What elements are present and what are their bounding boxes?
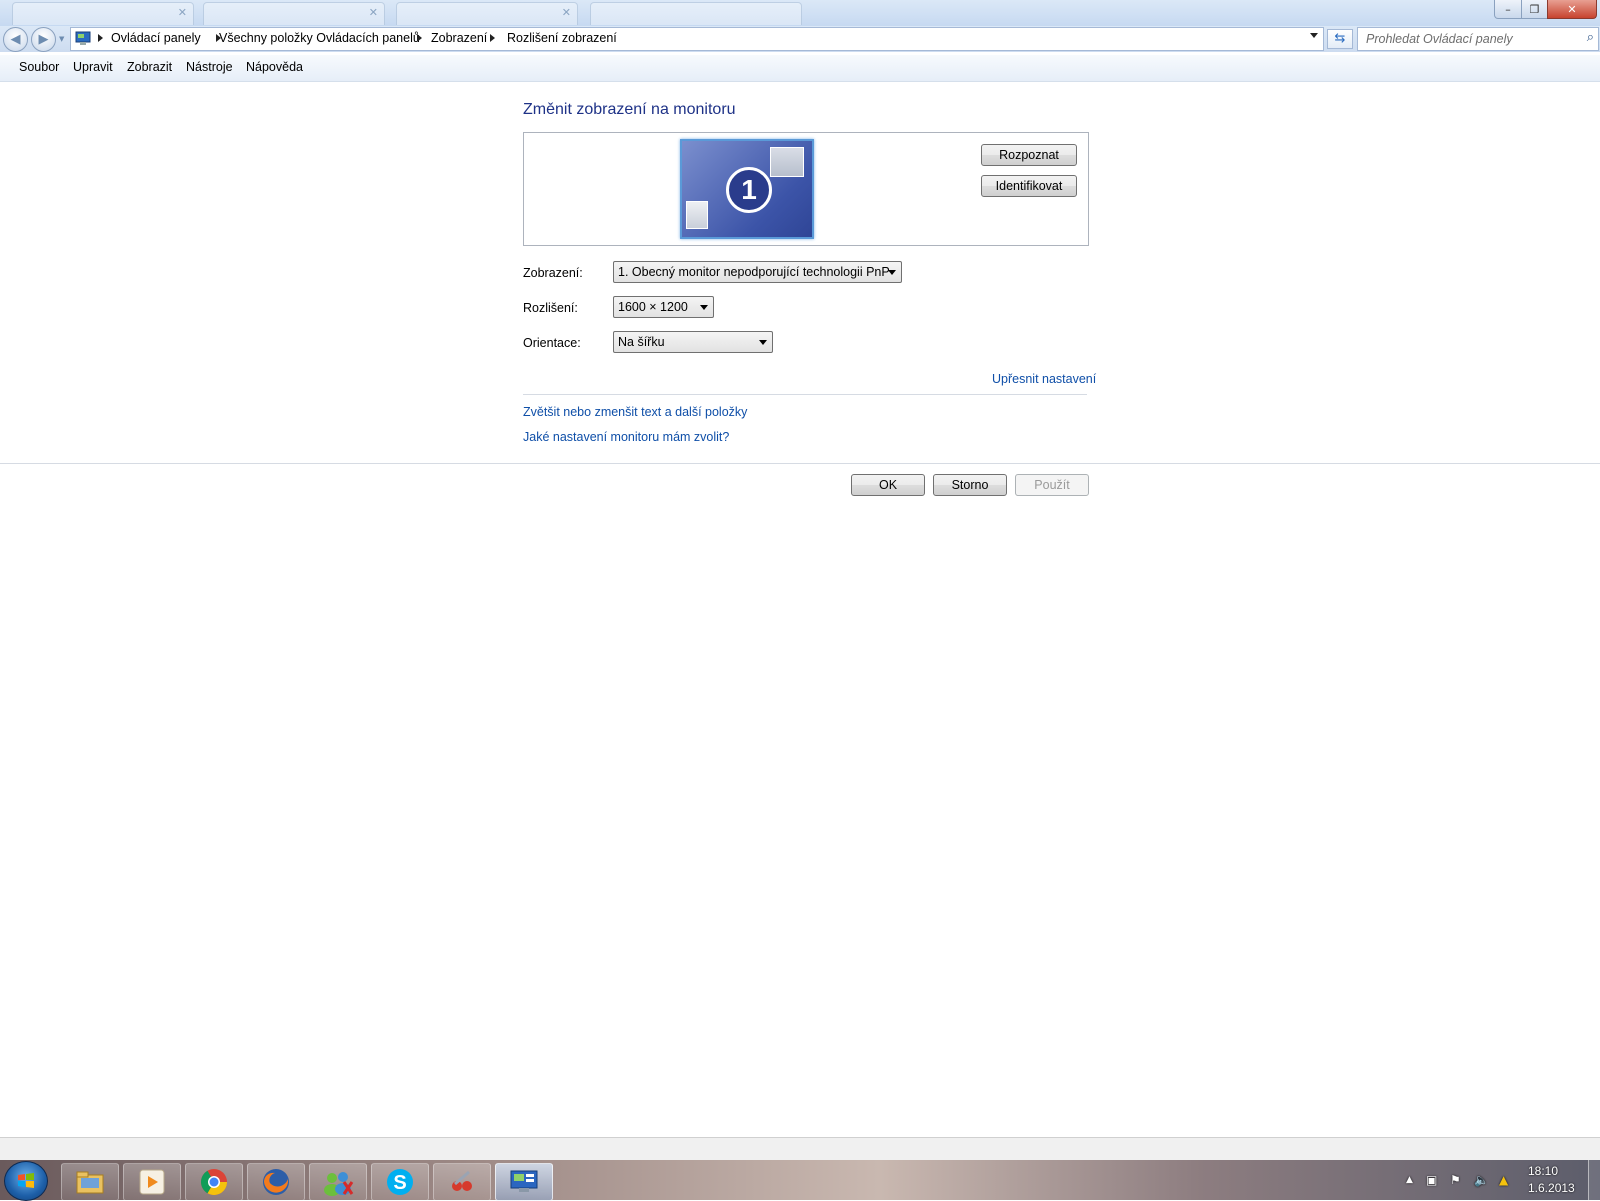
app-icon [452,1170,472,1191]
breadcrumb-separator-icon[interactable] [98,34,103,42]
search-field[interactable]: ⌕ [1357,27,1599,51]
address-dropdown-icon[interactable] [1310,33,1318,38]
taskbar-app[interactable] [433,1163,491,1201]
taskbar-firefox[interactable] [247,1163,305,1201]
breadcrumb-control-panel[interactable]: Ovládací panely [111,31,201,45]
mini-window-icon [686,201,708,229]
search-icon[interactable]: ⌕ [1587,30,1594,45]
taskbar: S ▲ ▣ ⚑ 🔈 ▲ 18:10 1.6.2013 [0,1160,1600,1201]
chevron-down-icon [700,305,708,310]
arrow-left-icon: ◀ [10,32,21,47]
chevron-down-icon [759,340,767,345]
resolution-select-value: 1600 × 1200 [618,300,688,314]
recent-pages-chevron-icon[interactable]: ▼ [59,35,64,43]
breadcrumb-all-items[interactable]: Všechny položky Ovládacích panelů [219,31,420,45]
identify-button[interactable]: Identifikovat [981,175,1077,197]
close-icon[interactable]: ✕ [562,6,571,19]
page-title: Změnit zobrazení na monitoru [523,101,736,118]
windows-logo-icon [18,1173,34,1188]
divider [0,463,1600,464]
display-select[interactable]: 1. Obecný monitor nepodporující technolo… [613,261,902,283]
action-center-flag-icon[interactable]: ⚑ [1450,1173,1461,1187]
menu-edit[interactable]: Upravit [73,60,113,74]
control-panel-icon [75,31,91,45]
skype-icon: S [387,1169,413,1195]
chrome-icon [200,1169,228,1196]
menu-view[interactable]: Zobrazit [127,60,172,74]
clock-date[interactable]: 1.6.2013 [1528,1181,1575,1195]
taskbar-explorer[interactable] [61,1163,119,1201]
address-bar[interactable]: Ovládací panely Všechny položky Ovládací… [70,27,1324,51]
maximize-button[interactable]: ❐ [1521,0,1548,19]
menu-help[interactable]: Nápověda [246,60,303,74]
breadcrumb-separator-icon[interactable] [417,34,422,42]
svg-text:S: S [393,1172,406,1194]
firefox-icon [263,1169,289,1195]
ok-button[interactable]: OK [851,474,925,496]
messenger-icon [324,1172,354,1196]
display-select-value: 1. Obecný monitor nepodporující technolo… [618,265,890,279]
orientation-label: Orientace: [523,336,581,350]
start-button[interactable] [4,1161,48,1201]
drive-sync-icon[interactable]: ▲ [1499,1173,1508,1187]
back-button[interactable]: ◀ [3,27,28,52]
volume-icon[interactable]: 🔈 [1474,1173,1489,1187]
detect-button[interactable]: Rozpoznat [981,144,1077,166]
menu-bar: Soubor Upravit Zobrazit Nástroje Nápověd… [0,55,1600,82]
close-icon[interactable]: ✕ [369,6,378,19]
breadcrumb-display[interactable]: Zobrazení [431,31,487,45]
resolution-label: Rozlišení: [523,301,578,315]
orientation-select[interactable]: Na šířku [613,331,773,353]
clock-time[interactable]: 18:10 [1528,1164,1558,1178]
monitor-number-badge: 1 [726,167,772,213]
cancel-button[interactable]: Storno [933,474,1007,496]
taskbar-skype[interactable]: S [371,1163,429,1201]
mini-window-icon [770,147,804,177]
control-panel-icon [510,1170,538,1192]
taskbar-control-panel[interactable] [495,1163,553,1201]
menu-file[interactable]: Soubor [19,60,59,74]
apply-button[interactable]: Použít [1015,474,1089,496]
media-player-icon [139,1169,165,1195]
network-icon[interactable]: ▣ [1426,1173,1437,1187]
advanced-settings-link[interactable]: Upřesnit nastavení [992,372,1096,386]
close-icon[interactable]: ✕ [178,6,187,19]
background-tab[interactable] [590,2,802,25]
arrow-right-icon: ▶ [38,32,49,47]
title-bar: ✕ ✕ ✕ – ❐ ✕ [0,0,1600,26]
monitor-help-link[interactable]: Jaké nastavení monitoru mám zvolit? [523,430,729,444]
background-tab[interactable]: ✕ [396,2,578,25]
breadcrumb-screen-resolution[interactable]: Rozlišení zobrazení [507,31,617,45]
show-hidden-icons-icon[interactable]: ▲ [1406,1175,1413,1185]
breadcrumb-separator-icon[interactable] [490,34,495,42]
forward-button[interactable]: ▶ [31,27,56,52]
taskbar-media-player[interactable] [123,1163,181,1201]
taskbar-messenger[interactable] [309,1163,367,1201]
address-toolbar: ◀ ▶ ▼ Ovládací panely Všechny položky Ov… [0,26,1600,52]
display-label: Zobrazení: [523,266,583,280]
refresh-icon[interactable]: ⇆ [1327,29,1353,49]
background-tab[interactable]: ✕ [203,2,385,25]
resolution-select[interactable]: 1600 × 1200 [613,296,714,318]
taskbar-chrome[interactable] [185,1163,243,1201]
folder-icon [76,1171,104,1194]
status-bar [0,1137,1600,1162]
monitor-arrangement-panel: 1 Rozpoznat Identifikovat [523,132,1089,246]
close-button[interactable]: ✕ [1547,0,1597,19]
show-desktop-button[interactable] [1588,1160,1600,1200]
background-tab[interactable]: ✕ [12,2,194,25]
divider [523,394,1087,395]
text-size-link[interactable]: Zvětšit nebo zmenšit text a další položk… [523,405,747,419]
search-input[interactable] [1364,30,1568,48]
monitor-1-thumbnail[interactable]: 1 [680,139,814,239]
orientation-select-value: Na šířku [618,335,665,349]
minimize-button[interactable]: – [1494,0,1522,19]
chevron-down-icon [888,270,896,275]
menu-tools[interactable]: Nástroje [186,60,233,74]
